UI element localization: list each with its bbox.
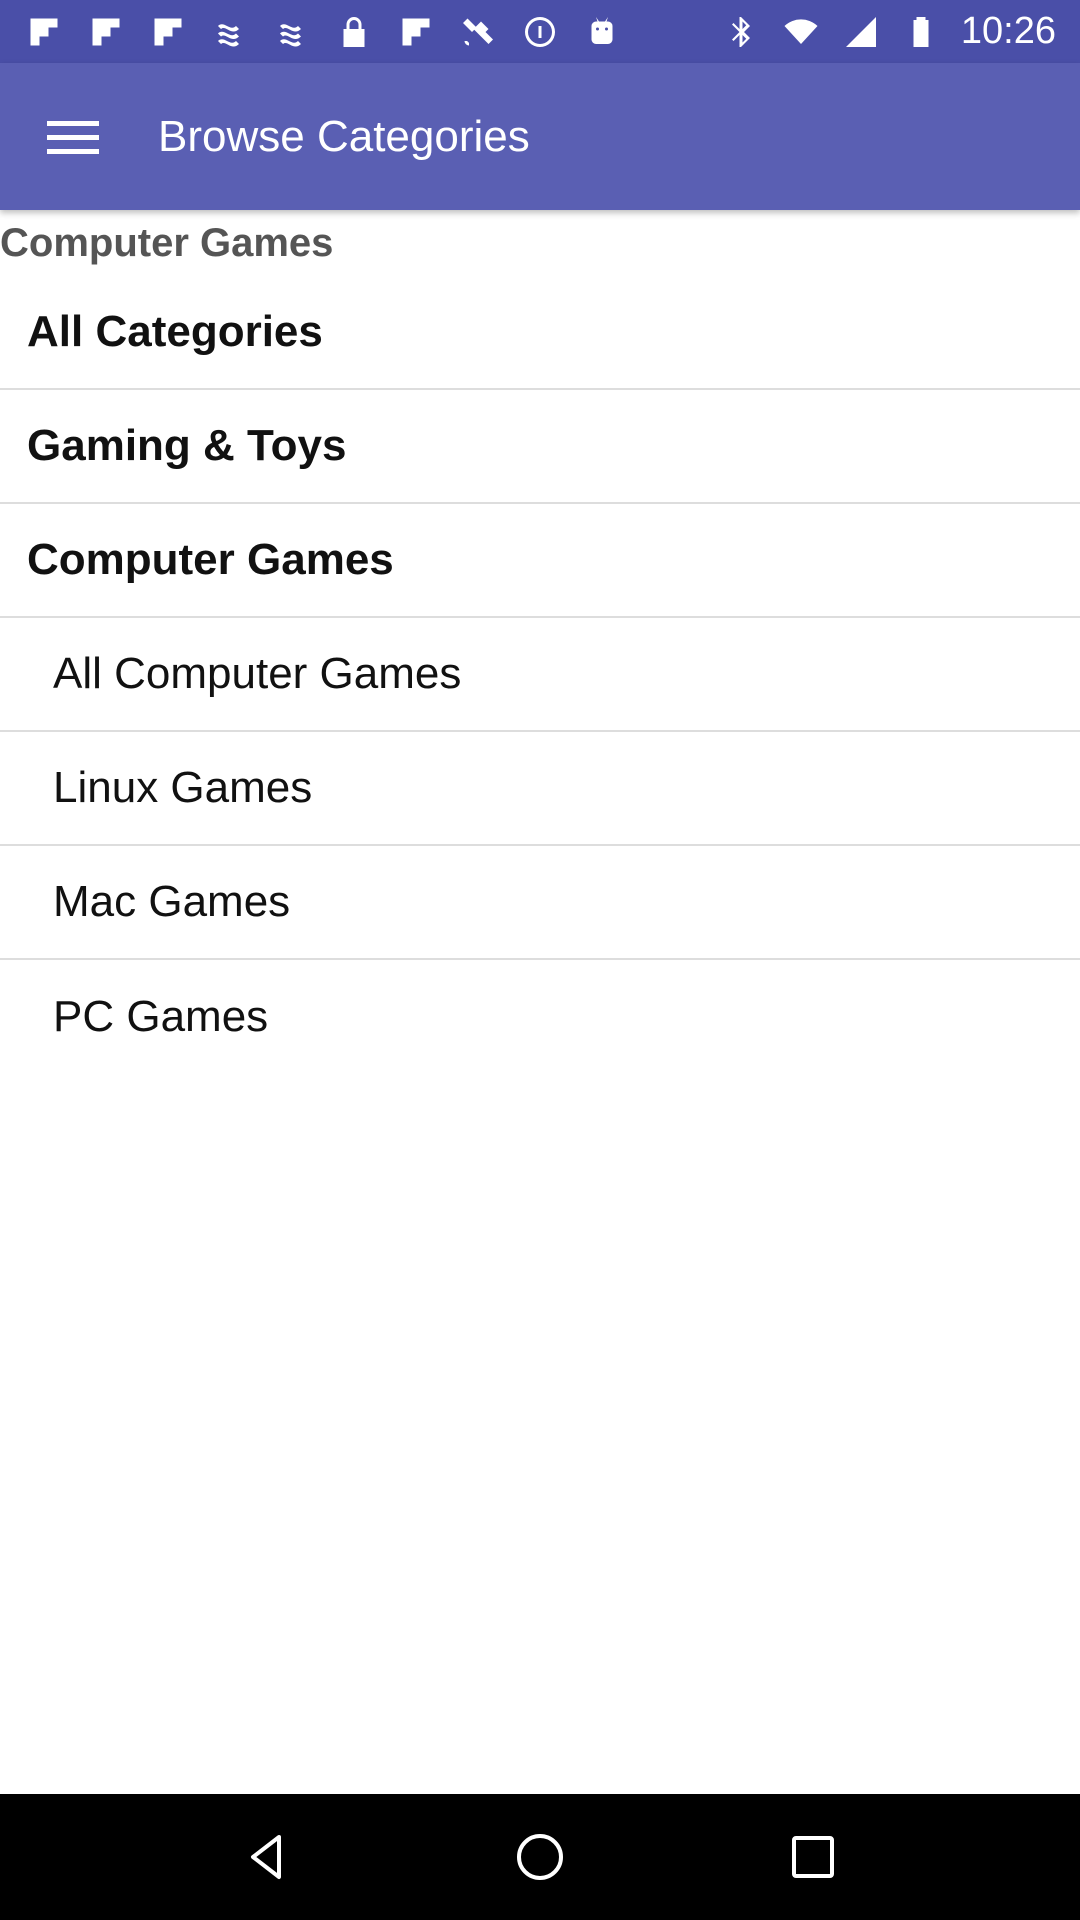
category-item-gaming-toys[interactable]: Gaming & Toys — [0, 390, 1080, 504]
category-label: Computer Games — [27, 535, 394, 584]
android-icon — [582, 12, 622, 52]
system-icons: 10:26 — [721, 10, 1056, 53]
signal-wave-icon — [272, 12, 312, 52]
status-time: 10:26 — [960, 10, 1056, 52]
category-list: All Categories Gaming & Toys Computer Ga… — [0, 276, 1080, 1074]
current-category-header: Computer Games — [0, 220, 334, 265]
recents-icon — [792, 1836, 835, 1878]
recents-button[interactable] — [773, 1817, 853, 1897]
flipboard-icon — [24, 12, 64, 52]
subcategory-label: Linux Games — [53, 763, 313, 812]
home-icon — [516, 1834, 563, 1880]
system-nav-bar — [0, 1794, 1080, 1920]
category-label: Gaming & Toys — [27, 421, 347, 470]
home-button[interactable] — [500, 1817, 580, 1897]
signal-icon — [841, 12, 881, 52]
back-button[interactable] — [227, 1817, 307, 1897]
hamburger-menu-icon — [47, 120, 99, 154]
subcategory-item-mac-games[interactable]: Mac Games — [0, 846, 1080, 960]
subcategory-label: All Computer Games — [53, 649, 462, 698]
app-bar: Browse Categories — [0, 63, 1080, 210]
satellite-icon — [458, 12, 498, 52]
menu-button[interactable] — [0, 63, 146, 210]
category-item-computer-games[interactable]: Computer Games — [0, 504, 1080, 618]
subcategory-item-all-computer-games[interactable]: All Computer Games — [0, 618, 1080, 732]
wifi-icon — [781, 12, 821, 52]
info-icon — [520, 12, 560, 52]
category-browser: Computer Games All Categories Gaming & T… — [0, 210, 1080, 1794]
category-label: All Categories — [27, 307, 323, 356]
page-title: Browse Categories — [158, 111, 530, 161]
signal-wave-icon — [210, 12, 250, 52]
notification-icons — [24, 12, 622, 52]
flipboard-icon — [86, 12, 126, 52]
subcategory-label: PC Games — [53, 992, 269, 1041]
status-bar: 10:26 — [0, 0, 1080, 63]
back-icon — [250, 1835, 281, 1879]
subcategory-label: Mac Games — [53, 877, 291, 926]
subcategory-item-linux-games[interactable]: Linux Games — [0, 732, 1080, 846]
flipboard-icon — [148, 12, 188, 52]
bluetooth-icon — [721, 12, 761, 52]
battery-icon — [901, 12, 941, 52]
lock-icon — [334, 12, 374, 52]
flipboard-icon — [396, 12, 436, 52]
category-item-all-categories[interactable]: All Categories — [0, 276, 1080, 390]
subcategory-item-pc-games[interactable]: PC Games — [0, 960, 1080, 1074]
